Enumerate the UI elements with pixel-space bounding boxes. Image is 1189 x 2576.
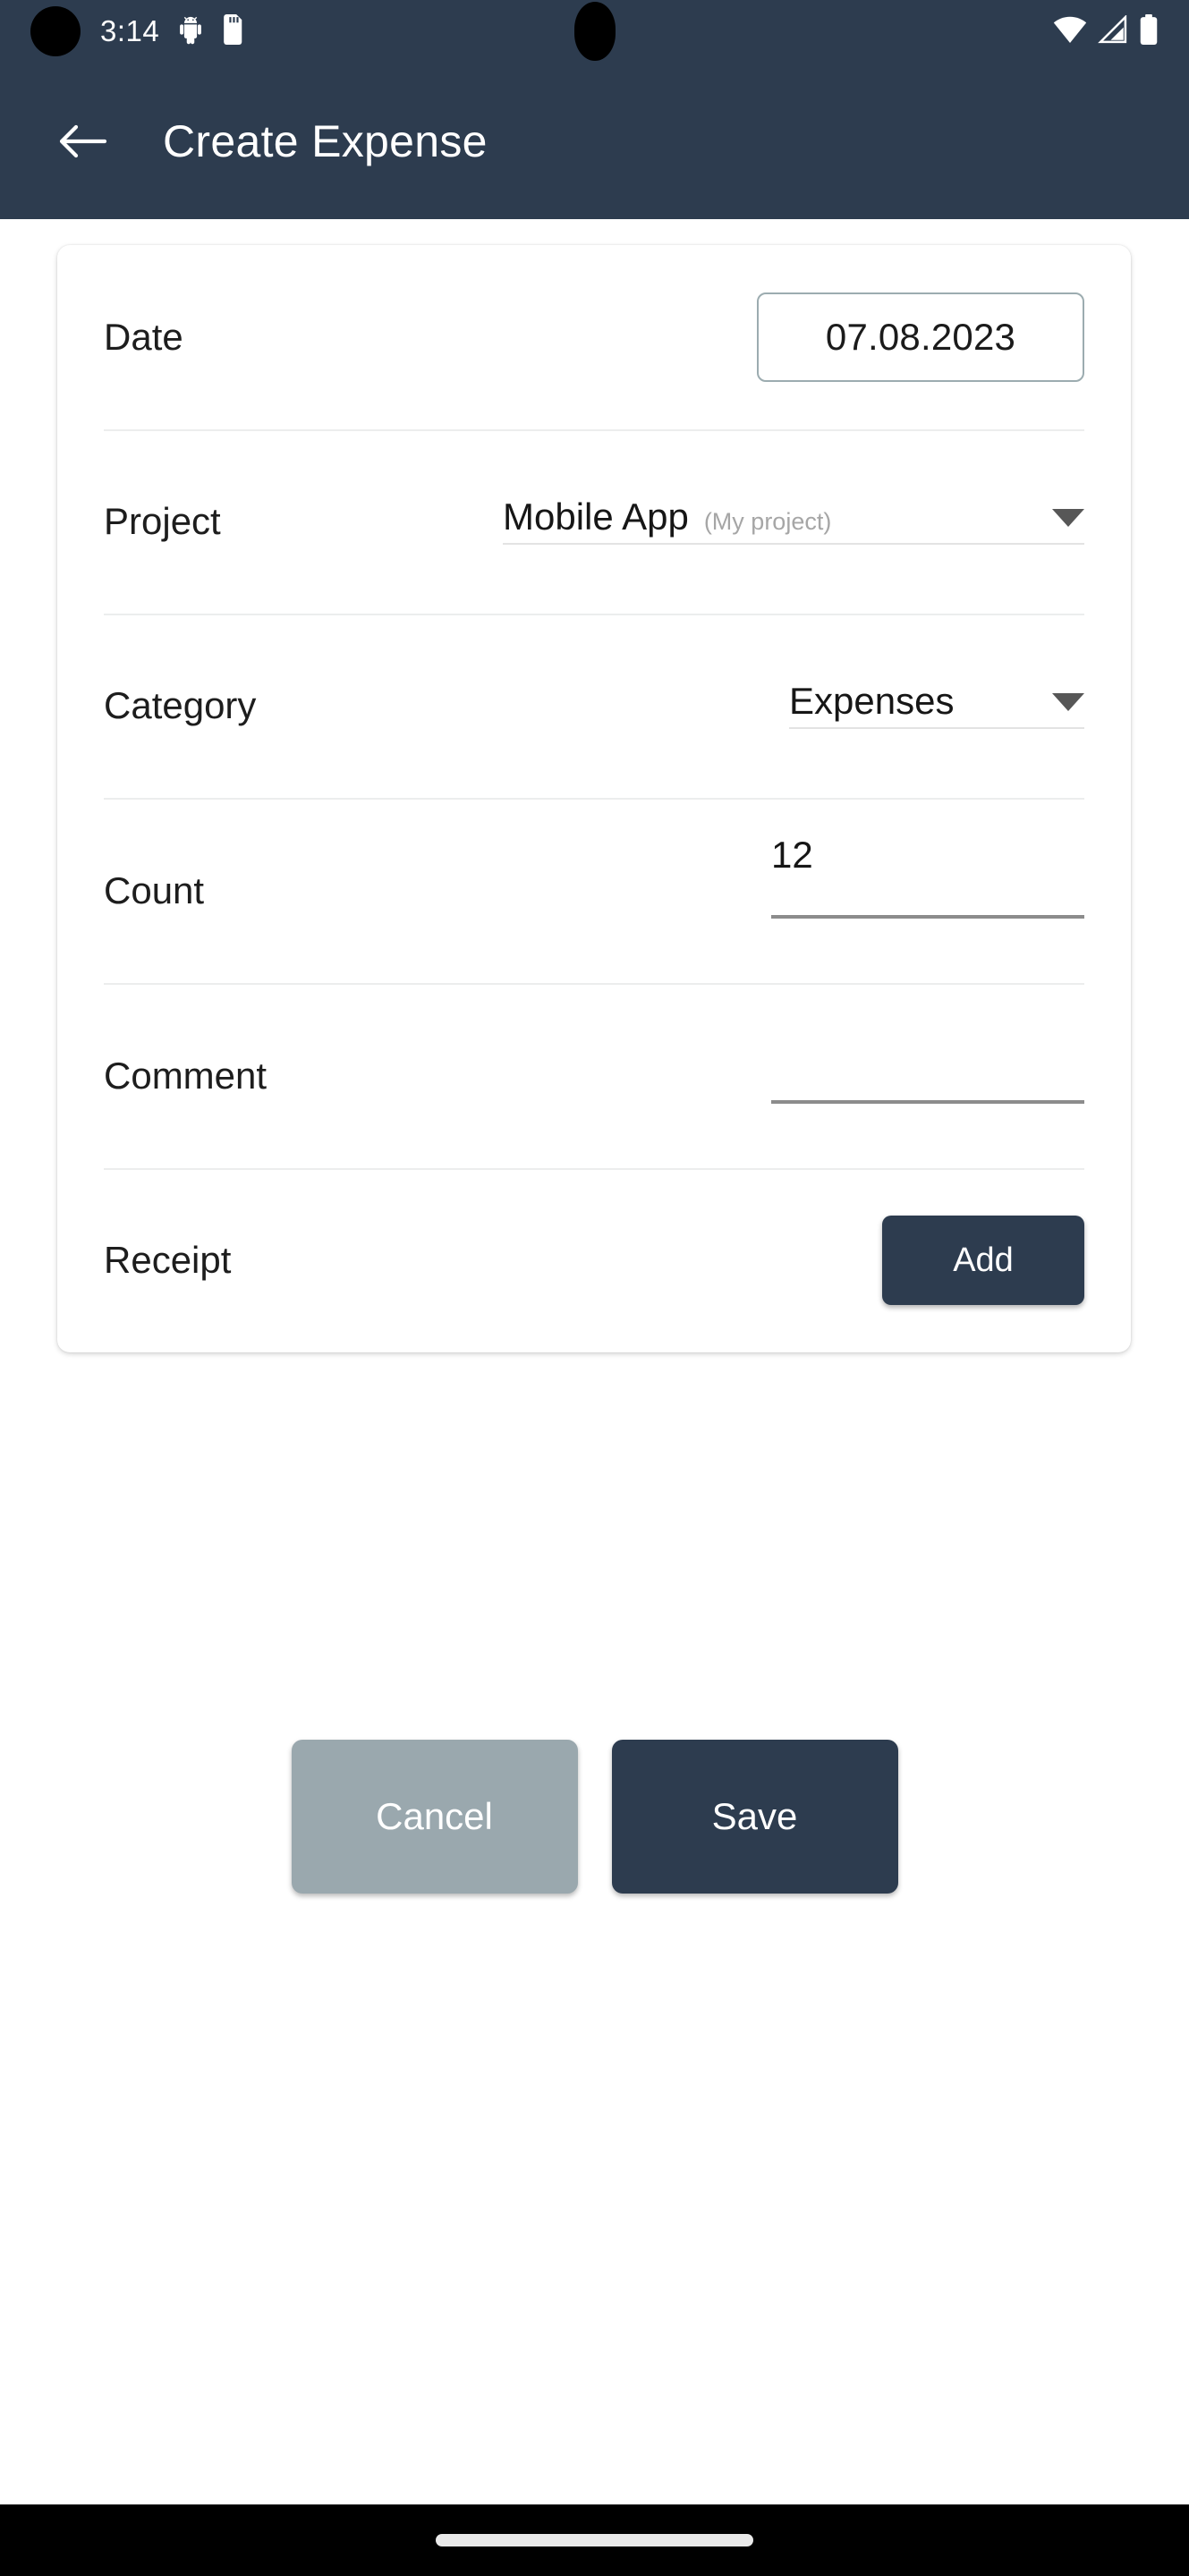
count-input[interactable]: 12 bbox=[771, 835, 1084, 919]
category-value: Expenses bbox=[789, 680, 955, 722]
count-label: Count bbox=[104, 869, 205, 911]
form-row-date: Date 07.08.2023 bbox=[104, 245, 1084, 429]
project-label: Project bbox=[104, 500, 221, 542]
category-underline bbox=[789, 727, 1084, 729]
cell-signal-icon bbox=[1098, 13, 1128, 48]
form-row-count: Count 12 bbox=[104, 798, 1084, 983]
comment-label: Comment bbox=[104, 1054, 268, 1097]
comment-control bbox=[771, 1048, 1084, 1104]
page-body: Date 07.08.2023 Project Mobile App (My p… bbox=[0, 219, 1189, 2504]
add-receipt-button[interactable]: Add bbox=[882, 1216, 1084, 1305]
chevron-down-icon bbox=[1052, 509, 1084, 527]
date-input[interactable]: 07.08.2023 bbox=[757, 292, 1084, 382]
project-dropdown[interactable]: Mobile App (My project) bbox=[503, 498, 1084, 545]
category-label: Category bbox=[104, 684, 257, 726]
expense-form-card: Date 07.08.2023 Project Mobile App (My p… bbox=[57, 245, 1131, 1352]
form-actions: Cancel Save bbox=[0, 1740, 1189, 1894]
back-button[interactable] bbox=[55, 114, 111, 169]
form-row-receipt: Receipt Add bbox=[104, 1168, 1084, 1352]
project-value: Mobile App bbox=[503, 496, 689, 538]
camera-punch-hole-icon bbox=[30, 6, 81, 56]
save-button[interactable]: Save bbox=[611, 1740, 898, 1894]
count-value: 12 bbox=[771, 833, 813, 876]
count-control: 12 bbox=[771, 835, 1084, 919]
notch-pill-icon bbox=[573, 2, 616, 61]
date-label: Date bbox=[104, 316, 183, 358]
arrow-left-icon bbox=[59, 124, 107, 157]
form-row-comment: Comment bbox=[104, 983, 1084, 1168]
status-bar-right bbox=[1053, 13, 1159, 49]
cancel-button[interactable]: Cancel bbox=[291, 1740, 578, 1894]
status-bar-left: 3:14 bbox=[30, 6, 245, 56]
status-bar-clock: 3:14 bbox=[100, 14, 160, 47]
project-underline bbox=[503, 543, 1084, 545]
system-nav-bar bbox=[0, 2504, 1189, 2576]
page-title: Create Expense bbox=[163, 115, 488, 166]
receipt-label: Receipt bbox=[104, 1239, 232, 1281]
wifi-icon bbox=[1053, 15, 1087, 48]
sd-card-icon bbox=[222, 13, 245, 49]
form-row-category: Category Expenses bbox=[104, 614, 1084, 798]
category-dropdown[interactable]: Expenses bbox=[789, 682, 1084, 729]
android-debug-icon bbox=[175, 14, 206, 49]
date-control: 07.08.2023 bbox=[757, 292, 1084, 382]
project-control: Mobile App (My project) bbox=[503, 498, 1084, 545]
date-value: 07.08.2023 bbox=[825, 316, 1016, 358]
gesture-home-pill[interactable] bbox=[436, 2534, 753, 2546]
chevron-down-icon bbox=[1052, 693, 1084, 711]
battery-icon bbox=[1139, 13, 1159, 49]
category-control: Expenses bbox=[789, 682, 1084, 729]
count-underline bbox=[771, 914, 1084, 919]
form-row-project: Project Mobile App (My project) bbox=[104, 429, 1084, 614]
project-hint: (My project) bbox=[703, 508, 832, 535]
comment-input[interactable] bbox=[771, 1048, 1084, 1104]
comment-underline bbox=[771, 1099, 1084, 1104]
receipt-control: Add bbox=[882, 1216, 1084, 1305]
status-bar: 3:14 bbox=[0, 0, 1189, 63]
app-bar: Create Expense bbox=[0, 63, 1189, 219]
